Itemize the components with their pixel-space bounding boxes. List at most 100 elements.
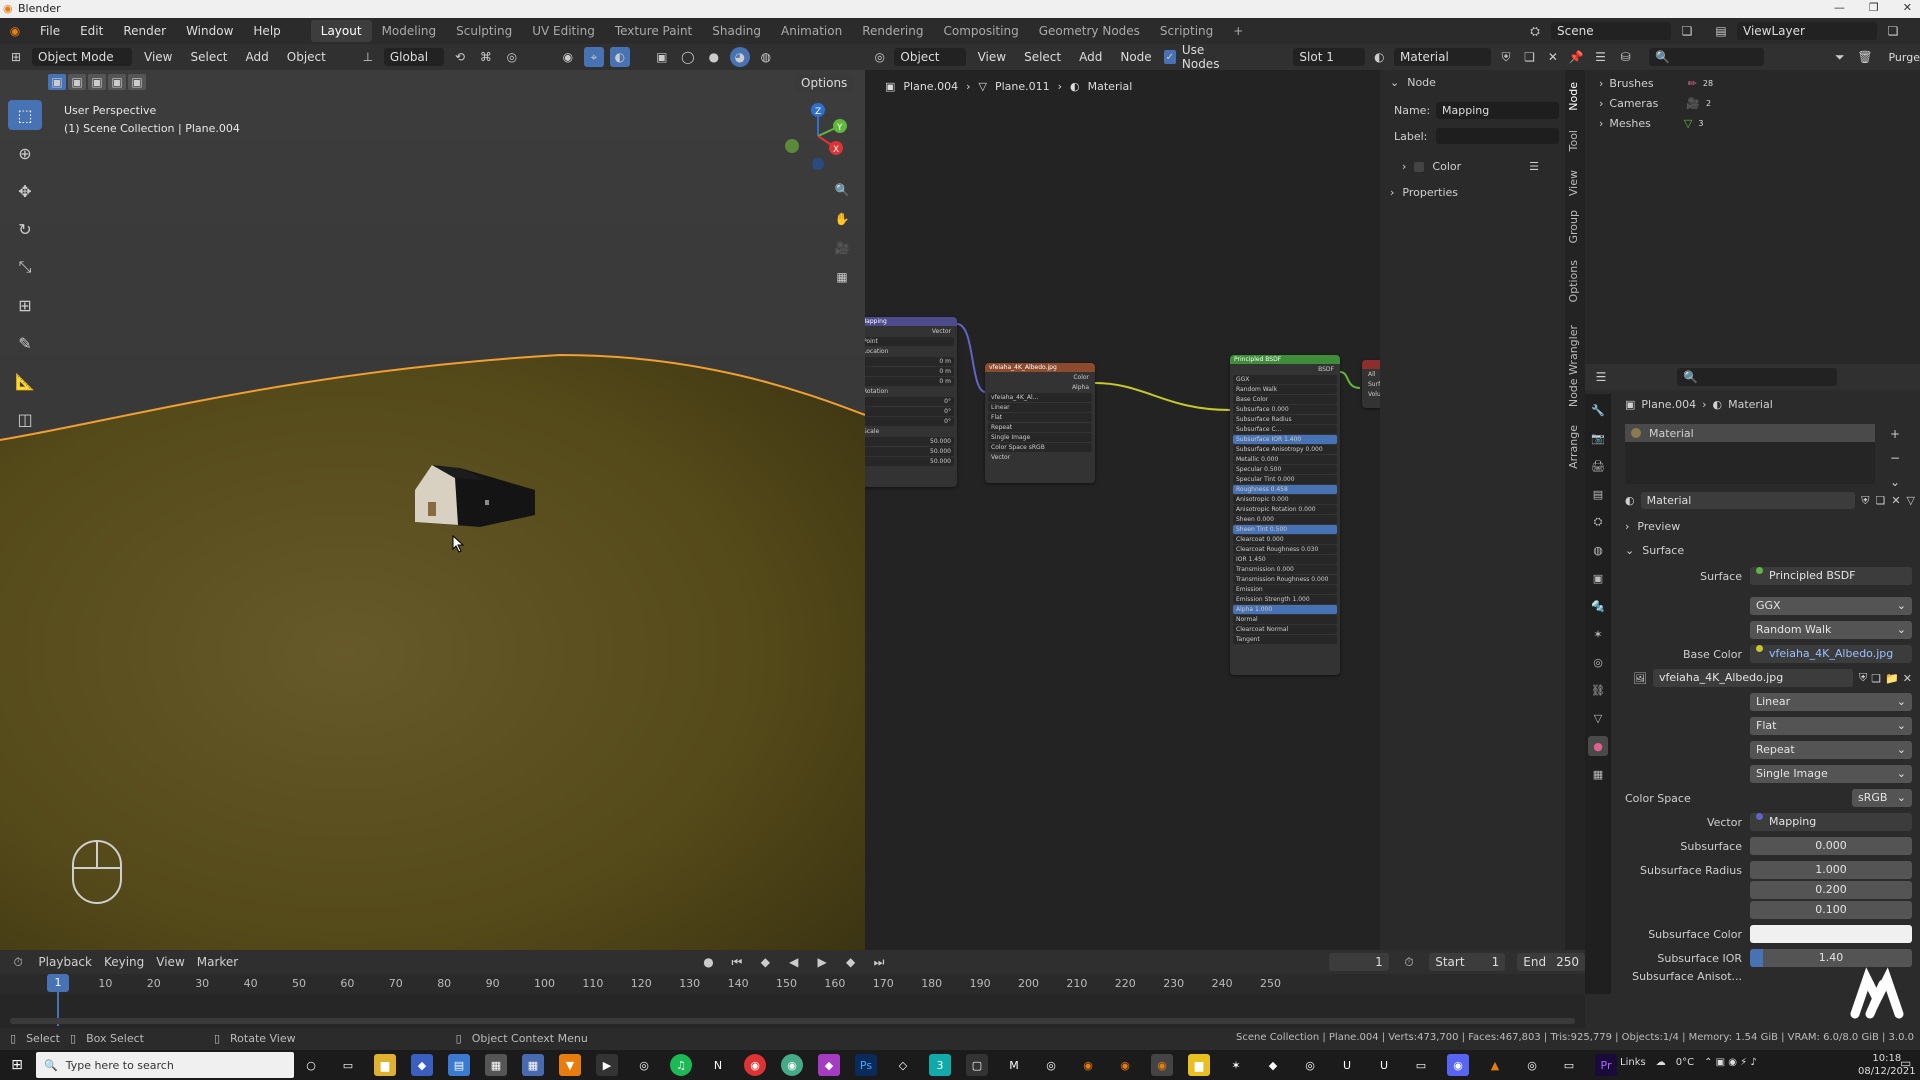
display-mode-icon[interactable]: ⛁: [1616, 47, 1635, 67]
bsdf-input-row[interactable]: Anisotropic 0.000: [1233, 495, 1337, 504]
next-keyframe-icon[interactable]: ◆: [842, 952, 858, 972]
move-tool-icon[interactable]: ✥: [8, 176, 42, 206]
material-name-field[interactable]: Material: [1394, 48, 1492, 66]
scene-properties-icon[interactable]: ⛭: [1588, 512, 1608, 532]
view-layer-icon[interactable]: ▤: [1588, 484, 1608, 504]
unlink-material-icon[interactable]: ✕: [1544, 47, 1561, 67]
remove-slot-icon[interactable]: −: [1885, 448, 1905, 468]
mapping-location-x[interactable]: 0 m: [865, 357, 954, 366]
unreal-icon[interactable]: U: [1373, 1054, 1395, 1076]
bsdf-input-row[interactable]: Subsurface IOR 1.400: [1233, 435, 1337, 444]
tab-animation[interactable]: Animation: [771, 20, 852, 42]
bsdf-input-row[interactable]: Base Color: [1233, 395, 1337, 404]
material-name-field[interactable]: Material: [1640, 492, 1856, 509]
projection-dropdown[interactable]: Flat ⌄: [1750, 717, 1912, 735]
mapping-rotation-x[interactable]: 0°: [865, 397, 954, 406]
bsdf-input-row[interactable]: Transmission 0.000: [1233, 565, 1337, 574]
mapping-rotation-y[interactable]: 0°: [865, 407, 954, 416]
app-icon[interactable]: ◎: [1299, 1054, 1321, 1076]
file-explorer-icon[interactable]: ▆: [374, 1054, 396, 1076]
unlink-icon[interactable]: ✕: [1891, 494, 1900, 507]
3d-viewport[interactable]: ▣ ▣ ▣ ▣ ▣ Options User Perspective (1) S…: [0, 70, 865, 950]
app-icon[interactable]: ◆: [818, 1054, 840, 1076]
properties-search-input[interactable]: 🔍: [1677, 368, 1837, 386]
image-projection[interactable]: Flat: [988, 413, 1092, 422]
bsdf-input-row[interactable]: Tangent: [1233, 635, 1337, 644]
blender-menu-icon[interactable]: ◉: [0, 24, 30, 38]
bsdf-input-row[interactable]: Clearcoat Roughness 0.030: [1233, 545, 1337, 554]
minimize-button[interactable]: —: [1834, 1, 1845, 14]
bsdf-input-row[interactable]: Alpha 1.000: [1233, 605, 1337, 614]
preview-range-icon[interactable]: ⏱: [1401, 952, 1417, 972]
app-icon[interactable]: 3: [929, 1054, 951, 1076]
snap-icon[interactable]: ⌘: [476, 47, 496, 67]
rendered-shading-icon[interactable]: ◍: [756, 47, 776, 67]
navigation-gizmo[interactable]: Z Y X: [780, 100, 850, 170]
timeline-scrollbar[interactable]: [10, 1018, 1575, 1024]
mapping-rotation-z[interactable]: 0°: [865, 417, 954, 426]
mapping-scale-z[interactable]: 50.000: [865, 457, 954, 466]
steam-icon[interactable]: ◎: [1521, 1054, 1543, 1076]
play-reverse-icon[interactable]: ◀: [786, 952, 802, 972]
record-icon[interactable]: ●: [700, 952, 716, 972]
image-duplicate-icon[interactable]: ❏: [1871, 672, 1881, 685]
image-name-field[interactable]: vfeiaha_4K_Albedo.jpg: [1652, 669, 1853, 687]
prev-keyframe-icon[interactable]: ◆: [757, 952, 773, 972]
node-editor-type-icon[interactable]: ◎: [871, 47, 888, 67]
node-editor-canvas[interactable]: ▣ Plane.004 › ▽ Plane.011 › ◐ Material M…: [865, 70, 1380, 950]
image-open-folder-icon[interactable]: 📁: [1885, 672, 1899, 685]
image-fake-user-icon[interactable]: ⛨: [1859, 671, 1867, 685]
outliner-item-cameras[interactable]: › Cameras 🎥 2: [1599, 94, 1713, 114]
menu-help[interactable]: Help: [243, 24, 290, 38]
image-browse-icon[interactable]: 🖼: [1633, 672, 1647, 685]
orientation-selector[interactable]: Global: [383, 48, 444, 66]
node-properties-row[interactable]: › Properties: [1390, 186, 1458, 199]
add-cube-tool-icon[interactable]: ◫: [8, 404, 42, 434]
timeline-type-icon[interactable]: ⏱: [10, 952, 26, 972]
mode-selector[interactable]: Object Mode: [32, 48, 132, 66]
viewport-menu-object[interactable]: Object: [281, 50, 332, 64]
extension-dropdown[interactable]: Repeat ⌄: [1750, 741, 1912, 759]
ortho-grid-icon[interactable]: ▦: [832, 267, 852, 287]
data-properties-icon[interactable]: ▽: [1588, 708, 1608, 728]
taskbar-search[interactable]: 🔍 Type here to search: [36, 1052, 294, 1078]
tab-scripting[interactable]: Scripting: [1150, 20, 1223, 42]
fake-user-icon[interactable]: ⛨: [1497, 47, 1514, 67]
timeline-menu-playback[interactable]: Playback: [38, 955, 92, 969]
gizmo-toggle-icon[interactable]: ⌖: [583, 47, 604, 67]
transform-tool-icon[interactable]: ⊞: [8, 290, 42, 320]
app-icon[interactable]: ◎: [1040, 1054, 1062, 1076]
chrome-icon[interactable]: ◉: [744, 1054, 766, 1076]
particles-properties-icon[interactable]: ✶: [1588, 624, 1608, 644]
outliner-search-input[interactable]: 🔍: [1649, 48, 1765, 66]
link-icon[interactable]: ▽: [1907, 494, 1915, 507]
select-invert-icon[interactable]: ▣: [108, 74, 126, 90]
node-menu-view[interactable]: View: [972, 50, 1012, 64]
node-label-field[interactable]: [1436, 128, 1559, 144]
color-presets-icon[interactable]: ☰: [1529, 160, 1539, 173]
end-frame-field[interactable]: End 250: [1517, 953, 1586, 971]
filter-icon[interactable]: ⏷: [1830, 47, 1849, 67]
pan-hand-icon[interactable]: ✋: [832, 209, 852, 229]
tab-modeling[interactable]: Modeling: [372, 20, 447, 42]
subsurface-radius-y[interactable]: 0.200: [1750, 881, 1912, 899]
subsurface-radius-z[interactable]: 0.100: [1750, 901, 1912, 919]
tab-layout[interactable]: Layout: [310, 20, 372, 42]
mapping-scale-x[interactable]: 50.000: [865, 437, 954, 446]
bsdf-input-row[interactable]: GGX: [1233, 375, 1337, 384]
discord-icon[interactable]: ◉: [1447, 1054, 1469, 1076]
breadcrumb-object[interactable]: Plane.004: [1641, 398, 1696, 411]
physics-properties-icon[interactable]: ◎: [1588, 652, 1608, 672]
links-toolbar[interactable]: Links: [1620, 1057, 1646, 1068]
material-browse-icon[interactable]: ◐: [1625, 494, 1635, 507]
bsdf-input-row[interactable]: Emission: [1233, 585, 1337, 594]
jump-start-icon[interactable]: ⏮: [729, 952, 745, 972]
proportional-edit-icon[interactable]: ◎: [502, 47, 522, 67]
app-icon[interactable]: ▲: [1484, 1054, 1506, 1076]
subsurface-color-swatch[interactable]: [1750, 925, 1912, 943]
node-color-row[interactable]: › Color ☰: [1402, 160, 1539, 173]
editor-type-icon[interactable]: ⊞: [6, 47, 26, 67]
viewlayer-selector[interactable]: ViewLayer: [1737, 22, 1877, 40]
object-properties-icon[interactable]: ▣: [1588, 568, 1608, 588]
start-frame-field[interactable]: Start 1: [1429, 953, 1506, 971]
